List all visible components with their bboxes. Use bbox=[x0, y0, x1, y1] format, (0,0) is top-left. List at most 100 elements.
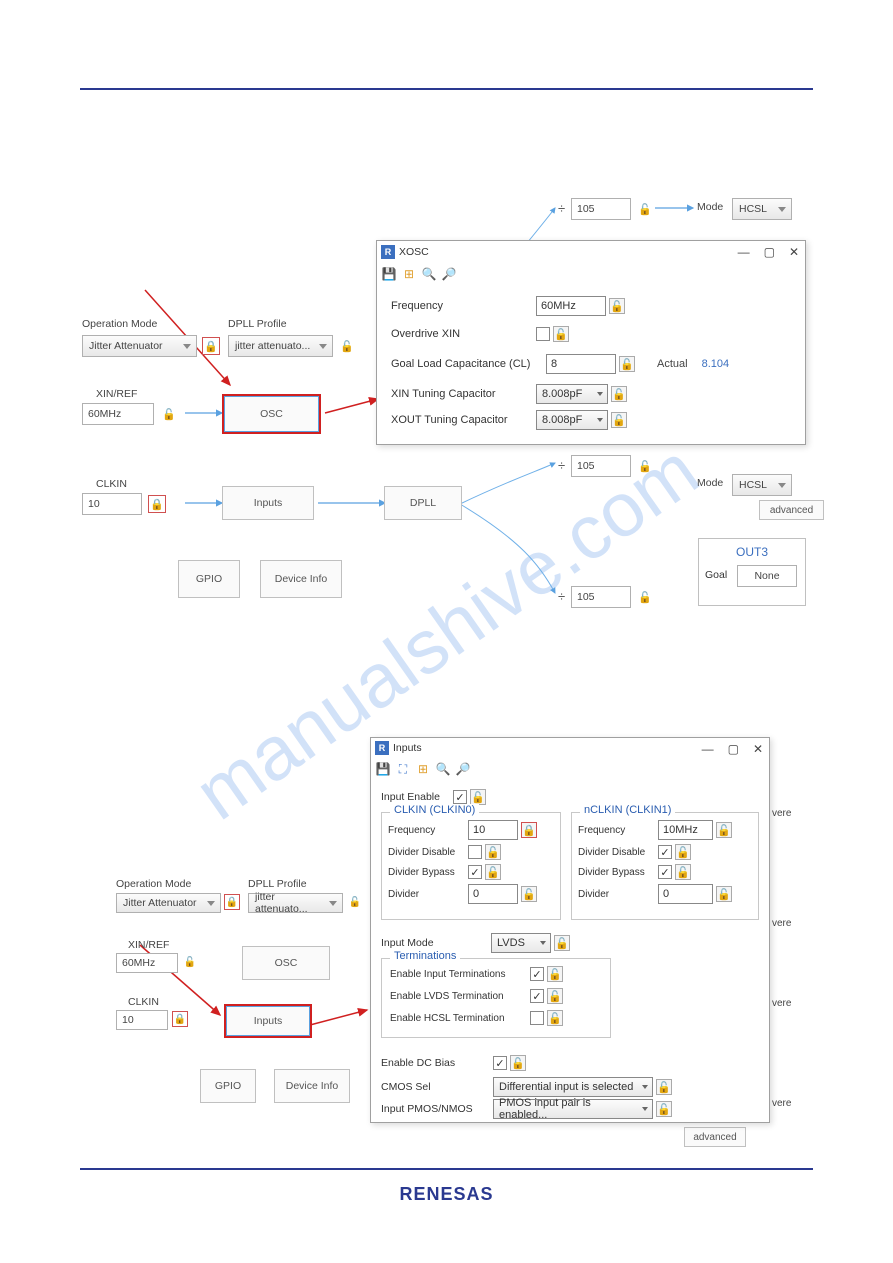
xin-cap-select[interactable]: 8.008pF bbox=[536, 384, 608, 404]
lock-icon[interactable]: 🔓 bbox=[470, 789, 486, 805]
lock-icon[interactable]: 🔓 bbox=[521, 886, 537, 902]
dpll-profile-select[interactable]: jitter attenuato... bbox=[248, 893, 343, 913]
grid-icon[interactable]: ⊞ bbox=[401, 266, 417, 282]
maximize-icon[interactable]: ▢ bbox=[728, 742, 739, 756]
minimize-icon[interactable]: — bbox=[738, 245, 750, 259]
clkin-label: CLKIN bbox=[128, 996, 159, 1008]
clkin-field[interactable]: 10 bbox=[82, 493, 142, 515]
term-in-checkbox[interactable]: ✓ bbox=[530, 967, 544, 981]
lock-icon[interactable]: 🔓 bbox=[554, 935, 570, 951]
lock-icon[interactable]: 🔓 bbox=[347, 894, 363, 910]
lock-icon[interactable]: 🔒 bbox=[148, 495, 166, 513]
divider-field[interactable]: 105 bbox=[571, 455, 631, 477]
frequency-input[interactable]: 60MHz bbox=[536, 296, 606, 316]
xinref-field[interactable]: 60MHz bbox=[116, 953, 178, 973]
lock-icon[interactable]: 🔓 bbox=[547, 966, 563, 982]
clk0-div-input[interactable]: 0 bbox=[468, 884, 518, 904]
op-mode-label: Operation Mode bbox=[116, 878, 191, 890]
maximize-icon[interactable]: ▢ bbox=[764, 245, 775, 259]
cutoff-text: vere bbox=[772, 808, 791, 819]
op-mode-select[interactable]: Jitter Attenuator bbox=[116, 893, 221, 913]
gpio-block[interactable]: GPIO bbox=[178, 560, 240, 598]
lock-icon[interactable]: 🔓 bbox=[675, 864, 691, 880]
lock-icon[interactable]: 🔓 bbox=[510, 1055, 526, 1071]
lock-icon[interactable]: 🔓 bbox=[619, 356, 635, 372]
advanced-button[interactable]: advanced bbox=[684, 1127, 746, 1147]
mode-select[interactable]: HCSL bbox=[732, 198, 792, 220]
gpio-block[interactable]: GPIO bbox=[200, 1069, 256, 1103]
clk0-freq-input[interactable]: 10 bbox=[468, 820, 518, 840]
cl-input[interactable]: 8 bbox=[546, 354, 616, 374]
pmos-nmos-select[interactable]: PMOS input pair is enabled... bbox=[493, 1099, 653, 1119]
xinref-field[interactable]: 60MHz bbox=[82, 403, 154, 425]
input-enable-checkbox[interactable]: ✓ bbox=[453, 790, 467, 804]
minimize-icon[interactable]: — bbox=[702, 742, 714, 756]
dpll-profile-select[interactable]: jitter attenuato... bbox=[228, 335, 333, 357]
overdrive-checkbox[interactable] bbox=[536, 327, 550, 341]
zoom-out-icon[interactable]: 🔍 bbox=[435, 761, 451, 777]
lock-icon[interactable]: 🔓 bbox=[485, 864, 501, 880]
zoom-in-icon[interactable]: 🔎 bbox=[455, 761, 471, 777]
lock-icon[interactable]: 🔒 bbox=[521, 822, 537, 838]
lock-icon[interactable]: 🔓 bbox=[611, 412, 627, 428]
lock-icon[interactable]: 🔓 bbox=[182, 954, 198, 970]
lock-icon[interactable]: 🔓 bbox=[338, 337, 356, 355]
cutoff-text: vere bbox=[772, 918, 791, 929]
input-mode-select[interactable]: LVDS bbox=[491, 933, 551, 953]
divider-field[interactable]: 105 bbox=[571, 586, 631, 608]
lock-icon[interactable]: 🔒 bbox=[172, 1011, 188, 1027]
lock-icon[interactable]: 🔓 bbox=[553, 326, 569, 342]
dcbias-checkbox[interactable]: ✓ bbox=[493, 1056, 507, 1070]
advanced-button[interactable]: advanced bbox=[759, 500, 824, 520]
lock-icon[interactable]: 🔒 bbox=[224, 894, 240, 910]
lock-icon[interactable]: 🔓 bbox=[485, 844, 501, 860]
xin-cap-label: XIN Tuning Capacitor bbox=[391, 388, 536, 400]
xout-cap-select[interactable]: 8.008pF bbox=[536, 410, 608, 430]
goal-field[interactable]: None bbox=[737, 565, 797, 587]
clk0-divdis-checkbox[interactable] bbox=[468, 845, 482, 859]
lock-icon[interactable]: 🔓 bbox=[160, 405, 178, 423]
lock-icon[interactable]: 🔓 bbox=[547, 988, 563, 1004]
clk0-divbyp-checkbox[interactable]: ✓ bbox=[468, 865, 482, 879]
save-icon[interactable]: 💾 bbox=[375, 761, 391, 777]
device-info-block[interactable]: Device Info bbox=[274, 1069, 350, 1103]
fit-icon[interactable]: ⛶ bbox=[395, 761, 411, 777]
lock-icon[interactable]: 🔓 bbox=[716, 886, 732, 902]
term-lvds-checkbox[interactable]: ✓ bbox=[530, 989, 544, 1003]
osc-block[interactable]: OSC bbox=[222, 394, 321, 434]
device-info-block[interactable]: Device Info bbox=[260, 560, 342, 598]
mode-select[interactable]: HCSL bbox=[732, 474, 792, 496]
close-icon[interactable]: ✕ bbox=[753, 742, 763, 756]
clk1-div-input[interactable]: 0 bbox=[658, 884, 713, 904]
lock-icon[interactable]: 🔓 bbox=[609, 298, 625, 314]
clk1-divdis-checkbox[interactable]: ✓ bbox=[658, 845, 672, 859]
term-hcsl-checkbox[interactable] bbox=[530, 1011, 544, 1025]
lock-icon[interactable]: 🔓 bbox=[636, 457, 654, 475]
op-mode-select[interactable]: Jitter Attenuator bbox=[82, 335, 197, 357]
dpll-block[interactable]: DPLL bbox=[384, 486, 462, 520]
lock-icon[interactable]: 🔓 bbox=[636, 200, 654, 218]
term-in-label: Enable Input Terminations bbox=[390, 969, 530, 980]
close-icon[interactable]: ✕ bbox=[789, 245, 799, 259]
divide-symbol: ÷ bbox=[558, 458, 565, 473]
lock-icon[interactable]: 🔓 bbox=[656, 1101, 672, 1117]
clkin-field[interactable]: 10 bbox=[116, 1010, 168, 1030]
osc-block[interactable]: OSC bbox=[242, 946, 330, 980]
lock-icon[interactable]: 🔒 bbox=[202, 337, 220, 355]
lock-icon[interactable]: 🔓 bbox=[716, 822, 732, 838]
lock-icon[interactable]: 🔓 bbox=[611, 386, 627, 402]
inputs-block[interactable]: Inputs bbox=[222, 486, 314, 520]
grid-icon[interactable]: ⊞ bbox=[415, 761, 431, 777]
lock-icon[interactable]: 🔓 bbox=[547, 1010, 563, 1026]
cmos-sel-select[interactable]: Differential input is selected bbox=[493, 1077, 653, 1097]
inputs-block[interactable]: Inputs bbox=[224, 1004, 312, 1038]
clk1-divbyp-checkbox[interactable]: ✓ bbox=[658, 865, 672, 879]
zoom-in-icon[interactable]: 🔎 bbox=[441, 266, 457, 282]
save-icon[interactable]: 💾 bbox=[381, 266, 397, 282]
divider-field[interactable]: 105 bbox=[571, 198, 631, 220]
zoom-out-icon[interactable]: 🔍 bbox=[421, 266, 437, 282]
lock-icon[interactable]: 🔓 bbox=[636, 588, 654, 606]
lock-icon[interactable]: 🔓 bbox=[656, 1079, 672, 1095]
clk1-freq-input[interactable]: 10MHz bbox=[658, 820, 713, 840]
lock-icon[interactable]: 🔓 bbox=[675, 844, 691, 860]
